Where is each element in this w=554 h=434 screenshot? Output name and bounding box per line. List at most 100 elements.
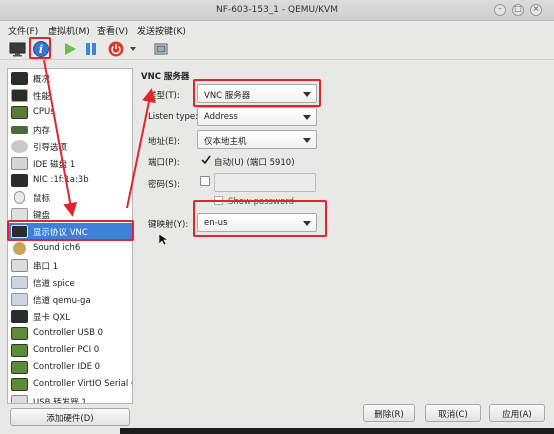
- sidebar-item-cpus[interactable]: CPUs: [8, 104, 132, 121]
- minimize-button[interactable]: –: [494, 4, 506, 16]
- taskbar-strip: [120, 428, 554, 434]
- listen-type-select[interactable]: Address: [197, 107, 317, 126]
- sidebar-item-overview[interactable]: 概况: [8, 70, 132, 87]
- menu-file[interactable]: 文件(F): [8, 24, 38, 37]
- address-select[interactable]: 仅本地主机: [197, 130, 317, 149]
- mouse-cursor-icon: [159, 234, 168, 246]
- sidebar-item-channel-spice[interactable]: 信道 spice: [8, 274, 132, 291]
- add-hardware-button[interactable]: 添加硬件(D): [10, 408, 130, 426]
- chevron-down-icon: [303, 92, 311, 97]
- sidebar-item-controller-virtio-serial[interactable]: Controller VirtIO Serial 0: [8, 376, 132, 393]
- sidebar-item-label: 串口 1: [33, 262, 59, 272]
- display-icon: [11, 225, 28, 238]
- performance-icon: [11, 89, 28, 102]
- boot-icon: [11, 140, 28, 153]
- minimize-icon: –: [498, 4, 502, 13]
- sidebar-item-label: IDE 磁盘 1: [33, 160, 76, 170]
- sidebar-item-boot[interactable]: 引导选项: [8, 138, 132, 155]
- menu-bar: 文件(F) 虚拟机(M) 查看(V) 发送按键(K): [0, 21, 554, 38]
- chevron-down-icon: [303, 138, 311, 143]
- monitor-button[interactable]: [8, 40, 28, 58]
- show-password-checkbox[interactable]: [214, 196, 223, 205]
- sidebar-item-controller-pci[interactable]: Controller PCI 0: [8, 342, 132, 359]
- controller-icon: [11, 361, 28, 374]
- sidebar-item-controller-ide[interactable]: Controller IDE 0: [8, 359, 132, 376]
- sidebar-item-label: USB 转发器 1: [33, 398, 87, 404]
- sidebar-item-memory[interactable]: 内存: [8, 121, 132, 138]
- overview-icon: [11, 72, 28, 85]
- play-icon: [65, 43, 76, 55]
- password-checkbox[interactable]: [200, 176, 210, 186]
- show-password-label: Show password: [228, 197, 294, 207]
- sidebar-item-sound[interactable]: Sound ich6: [8, 240, 132, 257]
- details-button[interactable]: i: [31, 40, 51, 58]
- maximize-icon: □: [514, 4, 522, 13]
- run-button[interactable]: [62, 40, 78, 58]
- screenshot-icon: [154, 43, 168, 55]
- menu-send-key[interactable]: 发送按键(K): [137, 24, 186, 37]
- sidebar-item-nic[interactable]: NIC :1f:1a:3b: [8, 172, 132, 189]
- mouse-icon: [14, 191, 25, 204]
- sidebar-item-serial[interactable]: 串口 1: [8, 257, 132, 274]
- listen-type-label: Listen type:: [148, 112, 199, 122]
- sidebar-item-label: 性能: [33, 92, 51, 102]
- menu-view[interactable]: 查看(V): [97, 24, 128, 37]
- cancel-button[interactable]: 取消(C): [425, 404, 481, 422]
- chevron-down-icon: [303, 221, 311, 226]
- title-bar: NF-603-153_1 - QEMU/KVM – □ ×: [0, 0, 554, 21]
- close-button[interactable]: ×: [530, 4, 542, 16]
- sidebar-item-controller-usb[interactable]: Controller USB 0: [8, 325, 132, 342]
- remove-button[interactable]: 删除(R): [363, 404, 415, 422]
- sidebar-item-label: Controller IDE 0: [33, 362, 101, 372]
- toolbar: i: [0, 38, 554, 60]
- sidebar-item-label: 显卡 QXL: [33, 313, 70, 323]
- type-value: VNC 服务器: [204, 91, 251, 101]
- sidebar-item-label: 鼠标: [33, 194, 51, 204]
- sidebar-item-video-qxl[interactable]: 显卡 QXL: [8, 308, 132, 325]
- dropdown-icon: [130, 47, 136, 51]
- pause-button[interactable]: [83, 40, 99, 58]
- disk-icon: [11, 157, 28, 170]
- sidebar-item-channel-qemu-ga[interactable]: 信道 qemu-ga: [8, 291, 132, 308]
- keyboard-icon: [11, 208, 28, 221]
- sidebar-item-label: NIC :1f:1a:3b: [33, 175, 89, 185]
- apply-button[interactable]: 应用(A): [489, 404, 545, 422]
- address-value: 仅本地主机: [204, 137, 247, 147]
- channel-icon: [11, 276, 28, 289]
- hardware-list: 概况 性能 CPUs 内存 引导选项 IDE 磁盘 1 NIC :1f:1a:3…: [7, 68, 133, 404]
- type-select[interactable]: VNC 服务器: [197, 84, 317, 103]
- close-icon: ×: [532, 4, 540, 13]
- sidebar-item-performance[interactable]: 性能: [8, 87, 132, 104]
- apply-label: 应用(A): [502, 410, 532, 420]
- sidebar-item-usb-redirector[interactable]: USB 转发器 1: [8, 393, 132, 404]
- menu-vm[interactable]: 虚拟机(M): [48, 24, 90, 37]
- port-auto-label: 自动(U) (端口 5910): [214, 158, 295, 168]
- password-input[interactable]: [214, 173, 316, 192]
- memory-icon: [11, 126, 28, 134]
- sidebar-item-display-vnc[interactable]: 显示协议 VNC: [8, 223, 132, 240]
- cpu-icon: [11, 106, 28, 119]
- sidebar-item-label: 引导选项: [33, 143, 68, 153]
- remove-label: 删除(R): [374, 410, 404, 420]
- sidebar-item-label: 键盘: [33, 211, 51, 221]
- chevron-down-icon: [303, 115, 311, 120]
- monitor-icon: [9, 42, 26, 57]
- sidebar-item-label: Controller VirtIO Serial 0: [33, 379, 133, 389]
- keymap-combobox[interactable]: en-us: [197, 213, 317, 232]
- listen-type-value: Address: [204, 112, 238, 122]
- usb-icon: [11, 395, 28, 403]
- port-auto-checkbox[interactable]: [201, 155, 211, 165]
- controller-icon: [11, 378, 28, 391]
- screenshot-button[interactable]: [152, 40, 170, 58]
- sidebar-item-keyboard[interactable]: 键盘: [8, 206, 132, 223]
- sidebar-item-label: Sound ich6: [33, 243, 81, 253]
- power-icon: [108, 41, 124, 57]
- port-label: 端口(P):: [148, 158, 180, 168]
- sidebar-item-ide-disk[interactable]: IDE 磁盘 1: [8, 155, 132, 172]
- maximize-button[interactable]: □: [512, 4, 524, 16]
- sidebar-item-mouse[interactable]: 鼠标: [8, 189, 132, 206]
- shutdown-menu-button[interactable]: [127, 40, 139, 58]
- shutdown-button[interactable]: [107, 40, 125, 58]
- serial-icon: [11, 259, 28, 272]
- sidebar-item-label: CPUs: [33, 107, 55, 117]
